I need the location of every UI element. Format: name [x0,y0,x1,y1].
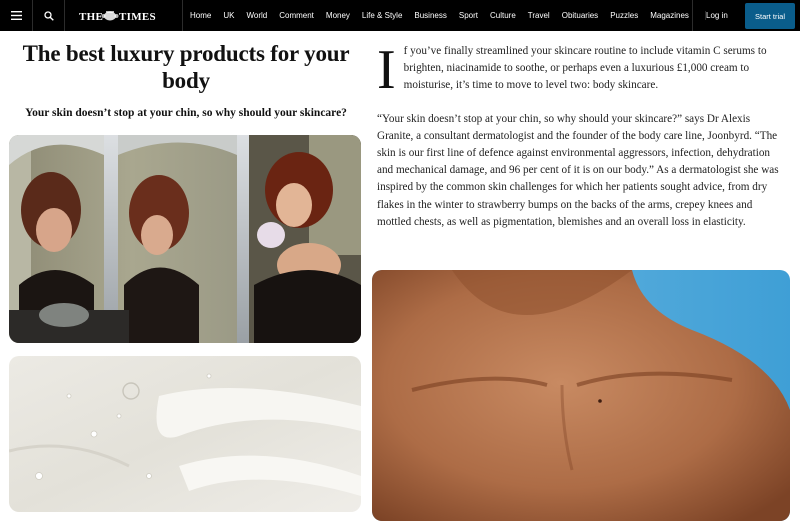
article-paragraph-1: I f you’ve finally streamlined your skin… [377,39,787,101]
article-headline: The best luxury products for your body [22,41,350,93]
nav-link-obituaries[interactable]: Obituaries [556,11,604,20]
nav-link-travel[interactable]: Travel [522,11,556,20]
svg-text:TIMES: TIMES [119,11,156,23]
paragraph-1-text: f you’ve finally streamlined your skinca… [403,45,767,92]
nav-link-life-style[interactable]: Life & Style [356,11,408,20]
svg-text:THE: THE [79,11,103,23]
nav-link-sport[interactable]: Sport [453,11,484,20]
section-links: Home UK World Comment Money Life & Style… [183,0,695,31]
search-icon [43,10,54,21]
menu-button[interactable] [0,0,33,31]
hamburger-menu-icon [10,11,22,20]
cream-texture-photo [9,356,361,512]
top-nav: THE TIMES Home UK World Comment Money Li… [0,0,800,31]
start-trial-button[interactable]: Start trial [745,3,795,29]
times-logo[interactable]: THE TIMES [65,0,183,31]
nav-link-comment[interactable]: Comment [273,11,320,20]
login-link[interactable]: Log in [705,11,728,20]
article-paragraph-2: “Your skin doesn’t stop at your chin, so… [377,112,779,228]
nav-link-business[interactable]: Business [408,11,452,20]
article-body: I f you’ve finally streamlined your skin… [377,39,787,231]
nav-link-money[interactable]: Money [320,11,356,20]
tanned-shoulders-photo [372,270,790,521]
nav-link-puzzles[interactable]: Puzzles [604,11,644,20]
search-button[interactable] [33,0,65,31]
nav-link-magazines[interactable]: Magazines [644,11,695,20]
nav-link-world[interactable]: World [240,11,273,20]
vintage-mirror-photo [9,135,361,343]
article-standfirst: Your skin doesn’t stop at your chin, so … [25,107,347,119]
nav-divider [692,0,693,31]
nav-link-home[interactable]: Home [183,11,217,20]
nav-link-culture[interactable]: Culture [484,11,522,20]
times-logo-mark: THE TIMES [79,10,156,23]
nav-link-uk[interactable]: UK [217,11,240,20]
drop-cap: I [377,39,396,101]
